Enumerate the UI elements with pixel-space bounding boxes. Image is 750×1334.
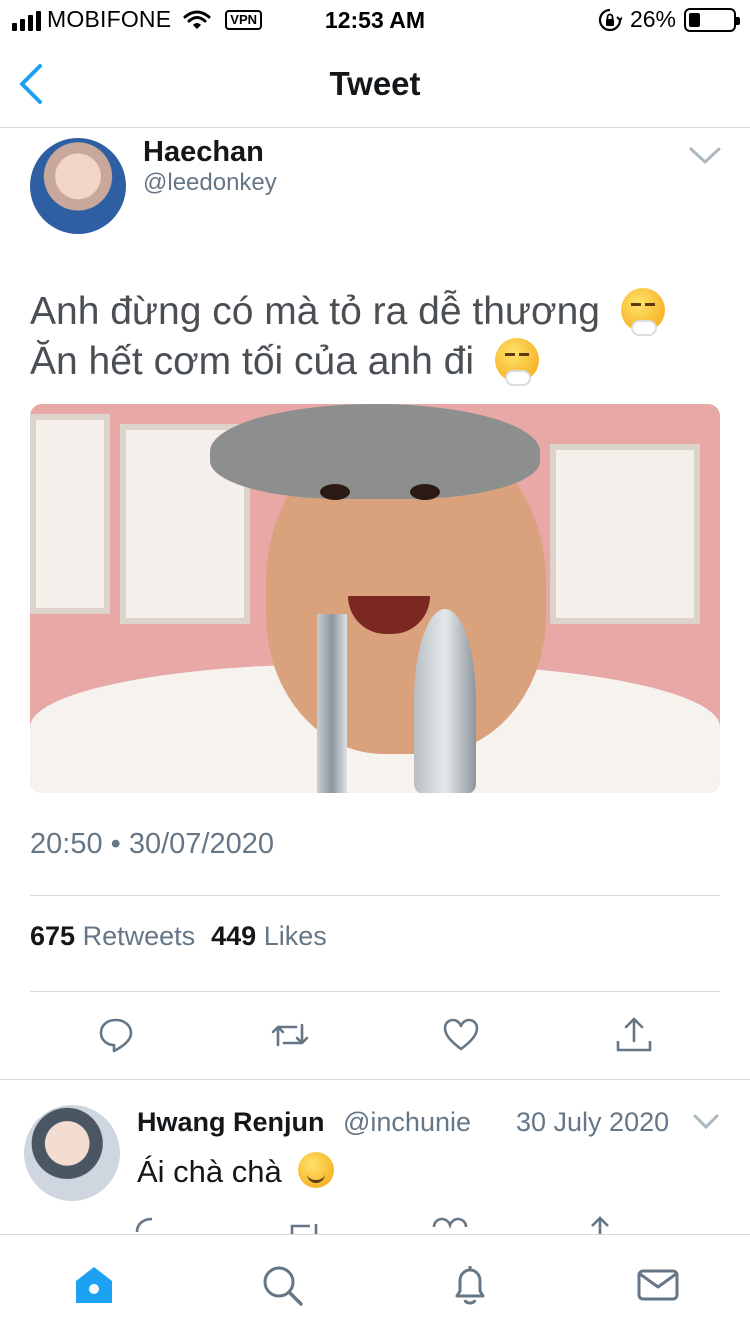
photo-fork [317,614,347,793]
reply-icon[interactable] [96,1015,136,1055]
reply-avatar[interactable] [24,1105,120,1201]
notifications-icon[interactable] [448,1263,492,1307]
author-name[interactable]: Haechan [143,136,264,169]
search-icon[interactable] [260,1263,304,1307]
winking-face-icon [298,1152,335,1188]
photo-frame [550,444,700,624]
like-icon[interactable] [441,1015,481,1055]
divider [30,895,720,896]
status-right: 26% [598,6,740,33]
reply-text: Ái chà chà [137,1152,335,1190]
page-title: Tweet [329,65,421,102]
reply-text-content: Ái chà chà [137,1154,282,1189]
tweet-line-text: Anh đừng có mà tỏ ra dễ thương [30,290,600,333]
reply-date: 30 July 2020 [516,1107,670,1137]
retweets-stat[interactable]: 675 Retweets [30,921,195,952]
home-icon[interactable] [72,1263,116,1307]
likes-label: Likes [263,921,327,951]
likes-count: 449 [211,921,257,951]
engagement-counts: 675 Retweets 449 Likes [30,921,327,952]
share-icon[interactable] [614,1015,654,1055]
reply-author-handle[interactable]: @inchunie [343,1107,471,1138]
tweet-timestamp: 20:50 • 30/07/2020 [30,828,274,860]
avatar[interactable] [30,138,126,234]
retweets-count: 675 [30,921,76,951]
likes-stat[interactable]: 449 Likes [211,921,327,952]
tweet-line: Anh đừng có mà tỏ ra dễ thương [30,287,730,337]
tweet-photo[interactable] [30,404,720,793]
tweet-line-text: Ăn hết cơm tối của anh đi [30,340,474,383]
tab-bar [0,1234,750,1334]
face-with-steam-from-nose-icon [494,338,539,384]
photo-eye [410,484,440,500]
photo-eye [320,484,350,500]
tweet-line: Ăn hết cơm tối của anh đi [30,337,730,387]
photo-spoon [414,609,476,793]
nav-bar: Tweet [0,40,750,128]
chevron-down-icon[interactable] [693,1113,719,1131]
retweet-icon[interactable] [270,1015,310,1055]
tweet-text: Anh đừng có mà tỏ ra dễ thương Ăn hết cơ… [30,287,730,387]
orientation-lock-icon [598,8,622,31]
battery-percent: 26% [629,6,676,32]
battery-icon [684,7,740,32]
photo-frame [30,414,110,614]
divider [30,991,720,992]
retweets-label: Retweets [82,921,196,951]
chevron-down-icon[interactable] [688,146,722,166]
status-bar: MOBIFONE VPN 12:53 AM 26% [0,0,750,40]
divider [0,1079,750,1080]
messages-icon[interactable] [636,1263,680,1307]
author-handle[interactable]: @leedonkey [143,169,277,197]
photo-cap [210,404,540,499]
reply-author-name[interactable]: Hwang Renjun [137,1107,325,1138]
face-with-steam-from-nose-icon [620,288,665,334]
